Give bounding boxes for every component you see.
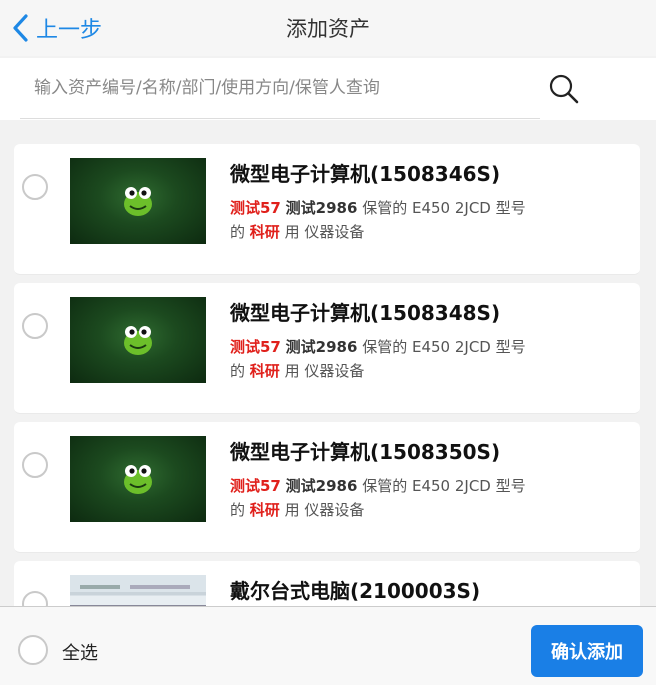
search-bar (0, 58, 656, 120)
asset-description: 测试57 测试2986 保管的 E450 2JCD 型号 的 科研 用 仪器设备 (230, 199, 526, 241)
monster-icon (124, 326, 152, 355)
asset-thumbnail (70, 575, 206, 606)
back-button[interactable]: 上一步 (10, 12, 102, 44)
search-field (20, 58, 540, 119)
select-all-label[interactable]: 全选 (62, 639, 98, 665)
asset-card[interactable]: 微型电子计算机(1508348S) 测试57 测试2986 保管的 E450 2… (14, 283, 640, 414)
select-radio[interactable] (22, 313, 48, 339)
select-radio[interactable] (22, 591, 48, 606)
asset-card[interactable]: 戴尔台式电脑(2100003S) (14, 561, 640, 606)
select-radio[interactable] (22, 452, 48, 478)
select-radio[interactable] (22, 174, 48, 200)
bottom-action-bar: 全选 确认添加 (0, 606, 656, 685)
select-all-radio[interactable] (18, 635, 48, 665)
asset-thumbnail (70, 436, 206, 522)
asset-name: 戴尔台式电脑(2100003S) (230, 579, 481, 603)
confirm-add-button[interactable]: 确认添加 (531, 625, 643, 677)
asset-name: 微型电子计算机(1508350S) (230, 440, 501, 464)
search-input[interactable] (20, 78, 540, 98)
asset-name: 微型电子计算机(1508346S) (230, 162, 501, 186)
asset-description: 测试57 测试2986 保管的 E450 2JCD 型号 的 科研 用 仪器设备 (230, 338, 526, 380)
search-icon[interactable] (546, 72, 582, 108)
asset-card[interactable]: 微型电子计算机(1508346S) 测试57 测试2986 保管的 E450 2… (14, 144, 640, 275)
asset-card[interactable]: 微型电子计算机(1508350S) 测试57 测试2986 保管的 E450 2… (14, 422, 640, 553)
chevron-left-icon (13, 14, 28, 42)
asset-list: 微型电子计算机(1508346S) 测试57 测试2986 保管的 E450 2… (0, 120, 656, 606)
asset-name: 微型电子计算机(1508348S) (230, 301, 501, 325)
asset-thumbnail (70, 158, 206, 244)
top-nav-bar: 上一步 添加资产 (0, 0, 656, 56)
asset-thumbnail (70, 297, 206, 383)
monster-icon (124, 465, 152, 494)
asset-description: 测试57 测试2986 保管的 E450 2JCD 型号 的 科研 用 仪器设备 (230, 477, 526, 519)
monster-icon (124, 187, 152, 216)
back-label: 上一步 (36, 18, 103, 43)
page-title: 添加资产 (286, 17, 370, 41)
